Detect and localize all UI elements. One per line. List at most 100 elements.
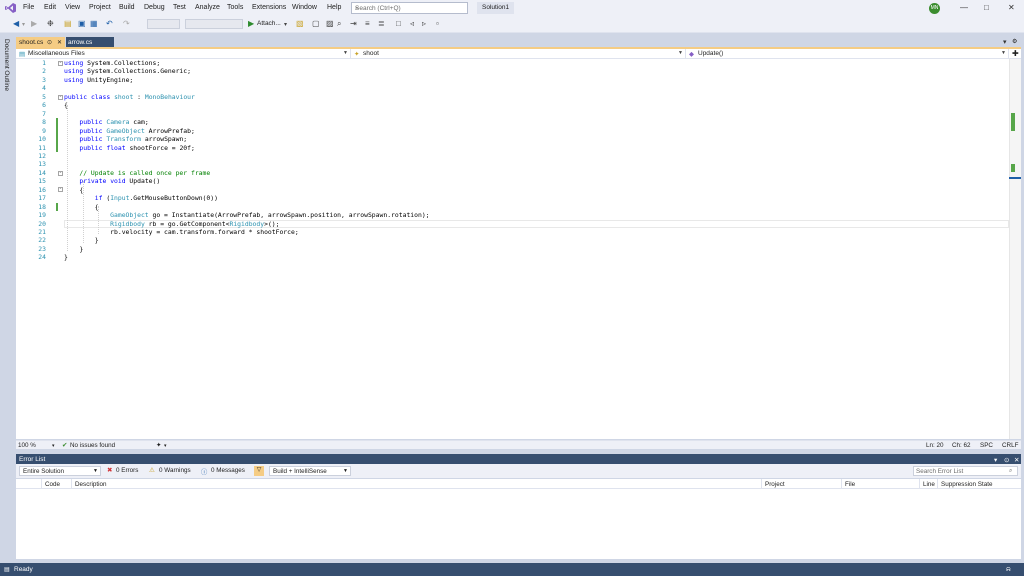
settings-gear-icon[interactable]: ⚙ (1012, 38, 1017, 45)
menu-help[interactable]: Help (327, 4, 341, 11)
chevron-down-icon[interactable]: ▾ (22, 21, 25, 28)
column-header-code[interactable]: Code (42, 479, 72, 489)
new-project-icon[interactable]: ❉ (47, 19, 54, 28)
step-icon[interactable]: ⇥ (350, 19, 357, 28)
errors-filter-button[interactable]: ✖ 0 Errors (107, 466, 151, 476)
save-all-icon[interactable]: ▦ (90, 19, 98, 28)
column-header-line[interactable]: Line (920, 479, 938, 489)
close-icon[interactable]: ✕ (1014, 456, 1019, 464)
menu-debug[interactable]: Debug (144, 4, 165, 11)
code-editor[interactable]: - - - - 1 using System.Collections; 2 usin… (16, 59, 1009, 439)
type-dropdown[interactable]: ✦ shoot ▼ (352, 49, 686, 59)
menu-analyze[interactable]: Analyze (195, 4, 220, 11)
horizontal-scrollbar[interactable] (170, 441, 920, 448)
search-icon[interactable]: ⌕ (355, 5, 464, 13)
forward-icon[interactable]: ▶ (31, 19, 37, 28)
cleanup-icon[interactable]: ✦ (156, 442, 161, 449)
chevron-down-icon[interactable]: ▾ (52, 443, 55, 449)
close-icon[interactable]: ✕ (1008, 3, 1015, 12)
code-line: 24} (38, 253, 68, 262)
window-position-icon[interactable]: ▾ (994, 456, 997, 464)
bookmark-icon[interactable]: □ (396, 19, 401, 28)
screenshot-icon[interactable]: ▢ (312, 19, 320, 28)
menu-project[interactable]: Project (89, 4, 111, 11)
close-tab-icon[interactable]: ✕ (57, 39, 62, 46)
attach-button[interactable]: Attach... (257, 20, 281, 27)
line-ending[interactable]: CRLF (1002, 442, 1018, 449)
visual-studio-logo-icon[interactable] (5, 3, 16, 13)
whitespace-mode[interactable]: SPC (980, 442, 993, 449)
member-dropdown[interactable]: ◆ Update() ▼ (687, 49, 1009, 59)
menu-tools[interactable]: Tools (227, 4, 243, 11)
menu-view[interactable]: View (65, 4, 80, 11)
bookmark-prev-icon[interactable]: ◃ (410, 19, 414, 28)
column-header-project[interactable]: Project (762, 479, 842, 489)
code-line: 22 } (38, 236, 99, 245)
status-bar: ▤ Ready ⍾ (0, 563, 1024, 576)
chevron-down-icon: ▼ (343, 468, 348, 474)
code-line: 17 if (Input.GetMouseButtonDown(0)) (38, 194, 218, 203)
platform-dropdown[interactable] (185, 19, 243, 29)
scrollbar-change-marker (1011, 164, 1015, 172)
issues-status[interactable]: No issues found (70, 442, 115, 449)
open-folder-icon[interactable]: ▤ (64, 19, 72, 28)
chevron-down-icon[interactable]: ▾ (284, 21, 287, 28)
browser-link-icon[interactable]: ▧ (296, 19, 304, 28)
code-line: 20 Rigidbody rb = go.GetComponent<Rigidb… (38, 219, 280, 228)
tab-label: arrow.cs (68, 39, 93, 46)
tab-overflow-icon[interactable]: ▾ (1003, 38, 1007, 46)
avatar[interactable]: MN (929, 3, 940, 14)
scope-dropdown[interactable]: Entire Solution ▼ (19, 466, 101, 476)
add-split-icon[interactable]: ✚ (1012, 49, 1019, 58)
pin-icon[interactable]: ⊙ (1004, 456, 1009, 464)
redo-icon[interactable]: ↷ (123, 19, 130, 28)
code-line: 11 public float shootForce = 20f; (38, 143, 195, 152)
status-text: Ready (14, 566, 33, 573)
line-number[interactable]: Ln: 20 (926, 442, 944, 449)
menu-build[interactable]: Build (119, 4, 135, 11)
pin-icon[interactable]: ⊙ (47, 39, 52, 46)
column-header-file[interactable]: File (842, 479, 920, 489)
side-tool-strip: Document Outline (0, 33, 16, 563)
menu-test[interactable]: Test (173, 4, 186, 11)
warnings-count: 0 Warnings (159, 467, 191, 474)
search-input[interactable]: Search (Ctrl+Q) ⌕ (351, 2, 468, 14)
chevron-down-icon[interactable]: ▾ (164, 443, 167, 449)
document-outline-tab[interactable]: Document Outline (3, 39, 10, 91)
minimize-icon[interactable]: — (960, 3, 968, 12)
column-header-label: Suppression State (941, 480, 993, 488)
column-number[interactable]: Ch: 62 (952, 442, 971, 449)
search-icon[interactable]: ⌕ (1009, 468, 1012, 475)
column-header-label: Code (45, 480, 61, 488)
menu-file[interactable]: File (23, 4, 34, 11)
code-line: 9 public GameObject ArrowPrefab; (42, 126, 195, 135)
notification-bell-icon[interactable]: ⍾ (1006, 566, 1011, 574)
save-icon[interactable]: ▣ (78, 19, 86, 28)
project-dropdown[interactable]: ▤ Miscellaneous Files ▼ (16, 49, 351, 59)
build-icon[interactable]: ▨ (326, 19, 334, 28)
comment-icon[interactable]: ≡ (365, 19, 370, 28)
menu-edit[interactable]: Edit (44, 4, 56, 11)
warnings-filter-button[interactable]: ⚠ 0 Warnings (149, 466, 197, 476)
play-icon[interactable]: ▶ (248, 19, 254, 28)
bookmark-clear-icon[interactable]: ▫ (436, 19, 439, 28)
menu-extensions[interactable]: Extensions (252, 4, 286, 11)
column-header-icon[interactable] (16, 479, 42, 489)
bookmark-next-icon[interactable]: ▹ (422, 19, 426, 28)
messages-filter-button[interactable]: ⓘ 0 Messages (201, 466, 251, 476)
project-dropdown-label: Miscellaneous Files (28, 50, 85, 57)
filter-icon[interactable]: ▽ (254, 466, 264, 476)
back-icon[interactable]: ◀ (13, 19, 19, 28)
find-icon[interactable]: ⌕ (337, 19, 341, 29)
column-header-description[interactable]: Description (72, 479, 762, 489)
class-icon: ✦ (354, 51, 360, 58)
error-list-search-input[interactable]: Search Error List ⌕ (913, 466, 1018, 476)
undo-icon[interactable]: ↶ (106, 19, 113, 28)
menu-window[interactable]: Window (292, 4, 317, 11)
maximize-icon[interactable]: □ (984, 3, 989, 12)
zoom-level[interactable]: 100 % (18, 442, 36, 449)
build-filter-dropdown[interactable]: Build + IntelliSense ▼ (269, 466, 351, 476)
configuration-dropdown[interactable] (147, 19, 180, 29)
column-header-suppression-state[interactable]: Suppression State (938, 479, 1021, 489)
uncomment-icon[interactable]: ≣ (378, 19, 385, 28)
